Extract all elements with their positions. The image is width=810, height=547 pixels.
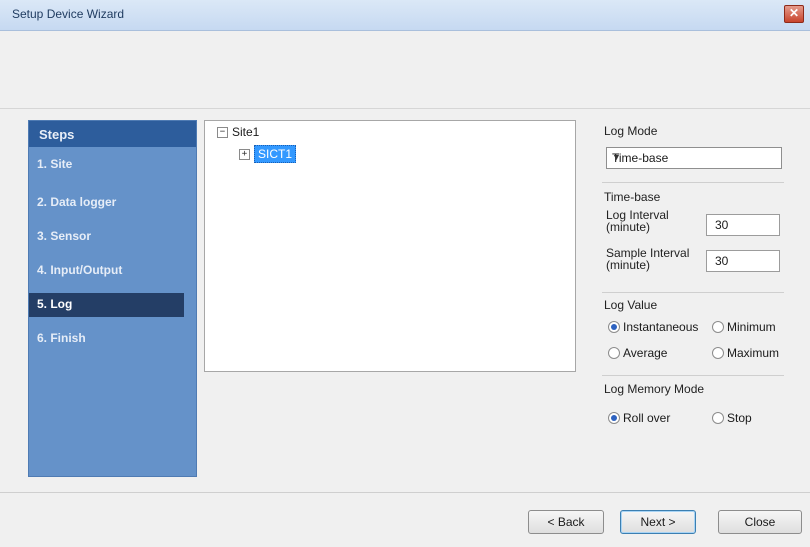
log-mode-label: Log Mode — [604, 124, 658, 138]
tree-node-sict1[interactable]: + SICT1 — [239, 145, 297, 163]
window-title: Setup Device Wizard — [12, 7, 125, 21]
log-interval-input[interactable]: 30 — [706, 214, 780, 236]
step-site: 1. Site — [29, 153, 196, 177]
log-value-group — [602, 292, 784, 293]
step-data-logger: 2. Data logger — [29, 191, 196, 215]
log-mode-select[interactable]: Time-base ▼ — [606, 147, 782, 169]
radio-stop[interactable]: Stop — [712, 411, 752, 425]
expand-icon[interactable]: + — [239, 148, 250, 160]
collapse-icon[interactable]: − — [217, 126, 228, 138]
log-memory-mode-group — [602, 375, 784, 376]
step-log: 5. Log — [29, 293, 184, 317]
step-sensor: 3. Sensor — [29, 225, 196, 249]
log-value-label: Log Value — [604, 298, 658, 312]
time-base-label: Time-base — [604, 190, 661, 204]
site-tree[interactable]: − Site1 + SICT1 — [204, 120, 576, 372]
steps-panel: Steps 1. Site 2. Data logger 3. Sensor 4… — [28, 120, 197, 477]
dropdown-arrow-icon: ▼ — [612, 152, 621, 162]
next-button[interactable]: Next > — [620, 510, 696, 534]
wizard-window: Setup Device Wizard ✕ Steps 1. Site 2. D… — [0, 0, 810, 547]
step-label: 5. Log — [37, 297, 73, 311]
wizard-header — [0, 31, 810, 109]
sample-interval-label: Sample Interval (minute) — [606, 246, 690, 272]
step-finish: 6. Finish — [29, 327, 196, 351]
radio-roll-over[interactable]: Roll over — [608, 411, 670, 425]
step-label: 6. Finish — [37, 331, 86, 345]
steps-header: Steps — [29, 121, 196, 147]
close-button[interactable]: Close — [718, 510, 802, 534]
close-window-button[interactable]: ✕ — [784, 5, 804, 23]
radio-average[interactable]: Average — [608, 346, 667, 360]
tree-node-site1[interactable]: − Site1 — [217, 125, 259, 139]
radio-maximum[interactable]: Maximum — [712, 346, 779, 360]
step-label: 1. Site — [37, 157, 73, 171]
step-label: 2. Data logger — [37, 195, 117, 209]
step-label: 4. Input/Output — [37, 263, 123, 277]
radio-instantaneous[interactable]: Instantaneous — [608, 320, 698, 334]
title-bar[interactable]: Setup Device Wizard ✕ — [0, 0, 810, 31]
tree-node-label[interactable]: SICT1 — [254, 145, 297, 163]
footer-divider — [0, 492, 810, 493]
sample-interval-input[interactable]: 30 — [706, 250, 780, 272]
close-icon: ✕ — [788, 6, 800, 20]
log-settings-panel: Log Mode Time-base ▼ Time-base Log Inter… — [598, 120, 788, 450]
log-interval-label: Log Interval (minute) — [606, 208, 669, 234]
log-memory-mode-label: Log Memory Mode — [604, 382, 705, 396]
tree-node-label: Site1 — [232, 125, 260, 139]
steps-header-label: Steps — [39, 127, 75, 142]
step-input-output: 4. Input/Output — [29, 259, 196, 283]
radio-minimum[interactable]: Minimum — [712, 320, 776, 334]
back-button[interactable]: < Back — [528, 510, 604, 534]
step-label: 3. Sensor — [37, 229, 92, 243]
